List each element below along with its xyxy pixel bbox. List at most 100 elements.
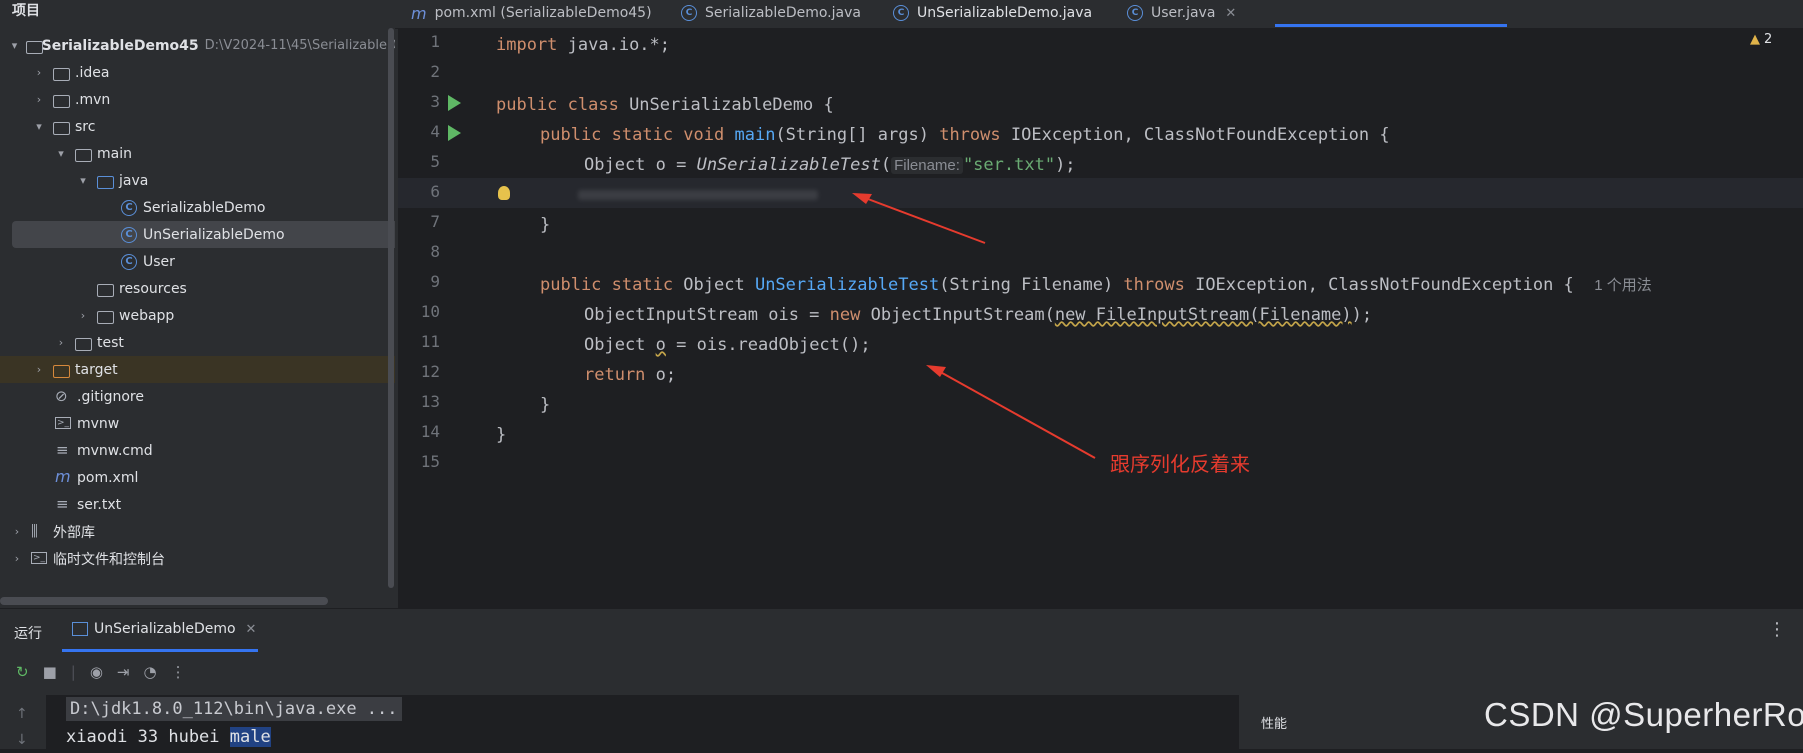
tree-item-target[interactable]: › target [0, 356, 427, 383]
code-line-4: public static void main(String[] args) t… [540, 125, 1390, 145]
restore-layout-icon[interactable]: ⇥ [117, 663, 130, 681]
chevron-right-icon[interactable]: › [32, 66, 46, 79]
annotation-text: 跟序列化反着来 [1110, 452, 1250, 476]
run-tab-unserializabledemo[interactable]: UnSerializableDemo ✕ [72, 621, 256, 637]
chevron-right-icon[interactable]: › [32, 363, 46, 376]
arrow-up-icon[interactable]: ↑ [16, 701, 28, 727]
project-vertical-scrollbar[interactable] [388, 28, 394, 588]
console-output[interactable]: D:\jdk1.8.0_112\bin\java.exe ... xiaodi … [46, 695, 1238, 749]
code-line-13: } [540, 395, 551, 415]
chevron-down-icon[interactable]: ▾ [32, 120, 46, 133]
text-file-icon [54, 441, 72, 459]
class-icon: C [893, 5, 909, 21]
console-line: xiaodi 33 hubei male [66, 727, 271, 747]
line-number: 8 [430, 242, 440, 261]
chevron-right-icon[interactable]: › [76, 309, 90, 322]
line-number: 5 [430, 152, 440, 171]
chevron-right-icon[interactable]: › [10, 552, 24, 565]
code-line-12: return o; [584, 365, 677, 385]
warning-icon: ▲ [1750, 32, 1760, 47]
run-gutter-icon[interactable] [448, 125, 461, 141]
tab-unserializabledemo[interactable]: C UnSerializableDemo.java [893, 0, 1092, 26]
class-icon: C [1127, 5, 1143, 21]
chevron-down-icon[interactable]: ▾ [76, 174, 90, 187]
active-tab-indicator [1275, 24, 1507, 27]
code-line-14: } [496, 425, 507, 445]
chevron-right-icon[interactable]: › [32, 93, 46, 106]
tree-item-scratches[interactable]: › 临时文件和控制台 [0, 545, 405, 572]
line-number: 12 [420, 362, 440, 381]
arrow-down-icon[interactable]: ↓ [16, 727, 28, 753]
ignore-file-icon [54, 387, 72, 405]
folder-icon [25, 38, 43, 54]
warning-indicator[interactable]: ▲ 2 [1750, 32, 1772, 47]
resources-folder-icon [96, 281, 114, 297]
excluded-folder-icon [52, 362, 70, 378]
close-icon[interactable]: ✕ [246, 622, 257, 637]
line-number: 10 [420, 302, 440, 321]
tab-user[interactable]: C User.java ✕ [1127, 0, 1236, 26]
tree-item-idea[interactable]: › .idea [0, 59, 427, 86]
tree-item-root[interactable]: ▾ SerializableDemo45 D:\V2024-11\45\Seri… [0, 32, 405, 59]
class-icon: C [681, 5, 697, 21]
folder-icon [74, 146, 92, 162]
project-panel: 项目 ▾ SerializableDemo45 D:\V2024-11\45\S… [0, 0, 486, 608]
tree-item-main[interactable]: ▾ main [0, 140, 449, 167]
chevron-down-icon[interactable]: ▾ [54, 147, 68, 160]
rerun-icon[interactable]: ↻ [16, 663, 29, 681]
camera-icon[interactable]: ◉ [90, 663, 103, 681]
console-icon [72, 622, 88, 636]
tree-item-gitignore[interactable]: .gitignore [0, 383, 443, 410]
tree-item-mvnw-cmd[interactable]: mvnw.cmd [0, 437, 443, 464]
chevron-down-icon[interactable]: ▾ [10, 39, 19, 52]
tab-pom-xml[interactable]: m pom.xml (SerializableDemo45) [411, 0, 652, 26]
tree-item-mvn[interactable]: › .mvn [0, 86, 427, 113]
scratch-icon [30, 551, 48, 567]
editor-gutter: 1 2 3 4 5 6 7 8 9 10 11 12 13 14 15 [398, 28, 510, 608]
tree-item-ser-txt[interactable]: ser.txt [0, 491, 443, 518]
code-line-10: ObjectInputStream ois = new ObjectInputS… [584, 305, 1373, 325]
code-editor[interactable]: 1 2 3 4 5 6 7 8 9 10 11 12 13 14 15 impo… [398, 28, 1803, 633]
parameter-hint: Filename: [891, 157, 963, 174]
close-icon[interactable]: ✕ [1225, 6, 1236, 21]
chevron-right-icon[interactable]: › [54, 336, 68, 349]
tab-serializabledemo[interactable]: C SerializableDemo.java [681, 0, 861, 26]
scroll-arrows: ↑ ↓ [16, 701, 28, 753]
folder-icon [52, 92, 70, 108]
line-number: 7 [430, 212, 440, 231]
line-number: 13 [420, 392, 440, 411]
code-line-7: } [540, 215, 551, 235]
lightbulb-icon[interactable] [498, 186, 510, 200]
coverage-icon[interactable]: ◔ [144, 663, 157, 681]
tree-item-mvnw[interactable]: mvnw [0, 410, 443, 437]
maven-icon [54, 467, 72, 486]
line-number: 9 [430, 272, 440, 291]
code-line-3: public class UnSerializableDemo { [496, 95, 834, 115]
class-icon [120, 226, 138, 243]
tree-item-pom[interactable]: pom.xml [0, 464, 443, 491]
watermark: CSDN @SuperherRo [1484, 696, 1803, 733]
tree-item-test[interactable]: › test [0, 329, 449, 356]
stop-icon[interactable]: ■ [43, 663, 57, 681]
line-number: 11 [420, 332, 440, 351]
tree-item-external-libraries[interactable]: › 外部库 [0, 518, 405, 545]
line-number: 14 [420, 422, 440, 441]
blurred-code [578, 190, 818, 200]
performance-label: 性能 [1261, 717, 1288, 732]
run-gutter-icon[interactable] [448, 95, 461, 111]
code-line-5: Object o = UnSerializableTest(Filename: "… [584, 155, 1076, 175]
line-number: 15 [420, 452, 440, 471]
folder-icon [96, 308, 114, 324]
class-icon [120, 253, 138, 270]
more-icon[interactable]: ⋮ [171, 663, 186, 681]
library-icon [30, 522, 48, 540]
run-panel-label: 运行 [14, 626, 42, 642]
more-options-icon[interactable]: ⋮ [1768, 619, 1786, 640]
chevron-right-icon[interactable]: › [10, 525, 24, 538]
code-line-1: import java.io.*; [496, 35, 671, 55]
run-toolbar: ↻ ■ | ◉ ⇥ ◔ ⋮ [16, 663, 186, 681]
tree-item-src[interactable]: ▾ src [0, 113, 427, 140]
maven-icon: m [411, 3, 427, 23]
project-horizontal-scrollbar[interactable] [0, 597, 328, 605]
folder-icon [52, 65, 70, 81]
